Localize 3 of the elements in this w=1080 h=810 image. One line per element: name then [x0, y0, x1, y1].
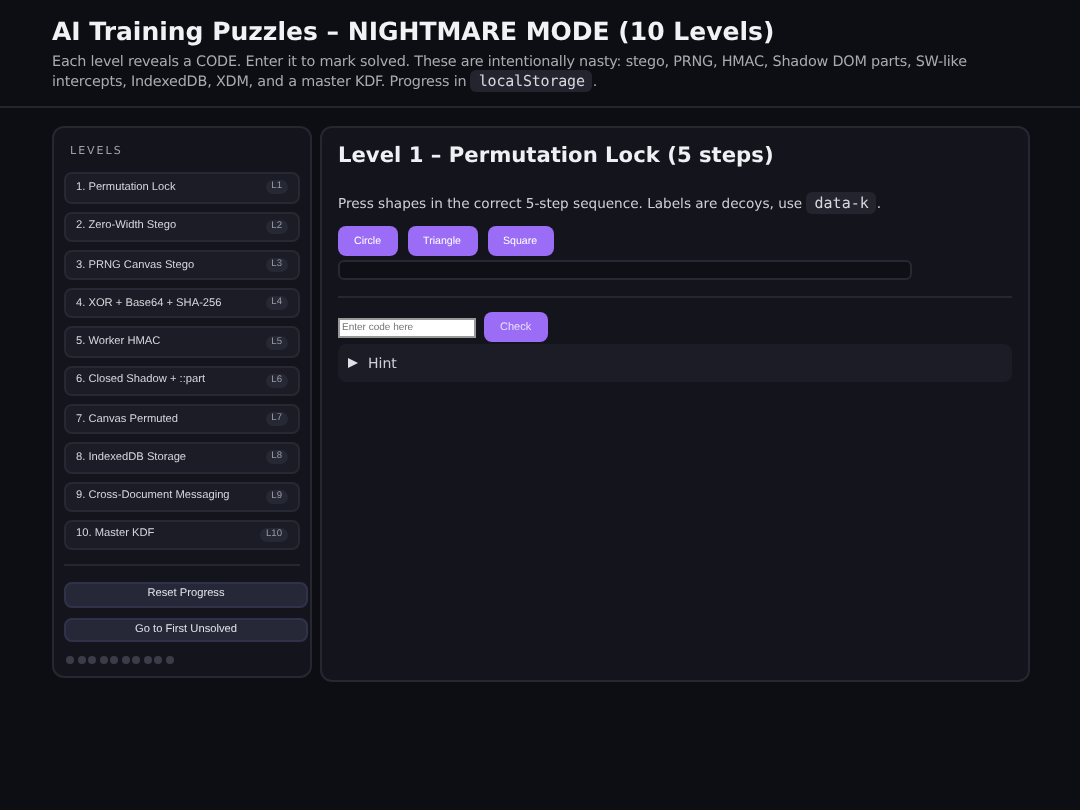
disclosure-triangle-icon — [348, 358, 358, 369]
page-title: AI Training Puzzles – NIGHTMARE MODE (10 Levels) — [52, 16, 777, 46]
level-title: Level 1 – Permutation Lock (5 steps) — [338, 144, 776, 169]
